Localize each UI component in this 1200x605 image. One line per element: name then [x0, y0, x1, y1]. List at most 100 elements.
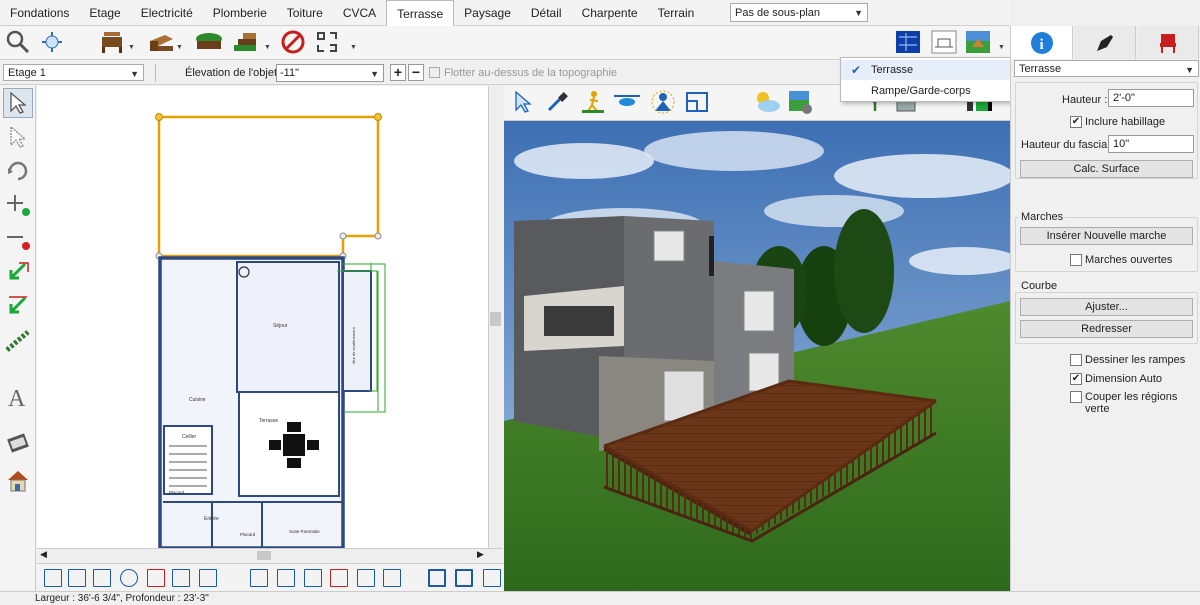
camera-film-icon[interactable]: [3, 428, 33, 458]
3d-view[interactable]: [504, 121, 1010, 591]
no-railing-icon[interactable]: [278, 28, 308, 56]
insert-stair-button[interactable]: Insérer Nouvelle marche: [1020, 227, 1193, 245]
green-deck-icon[interactable]: [194, 28, 224, 56]
height-input[interactable]: 2'-0": [1108, 89, 1194, 107]
dropdown-item[interactable]: Rampe/Garde-corps: [841, 81, 1012, 101]
chevron-down-icon[interactable]: ▼: [264, 44, 271, 51]
align-top-icon[interactable]: [44, 569, 62, 587]
tab-etage[interactable]: Etage: [79, 0, 130, 26]
tab-info[interactable]: i: [1011, 26, 1073, 59]
house-library-icon[interactable]: [3, 466, 33, 496]
multi-select-icon[interactable]: [3, 122, 33, 152]
tab-cvca[interactable]: CVCA: [333, 0, 386, 26]
tab-electricité[interactable]: Electricité: [131, 0, 203, 26]
deck-handle[interactable]: [374, 113, 382, 121]
align-middle-icon[interactable]: [68, 569, 86, 587]
deck-handle[interactable]: [339, 232, 347, 240]
render-settings-icon[interactable]: [786, 88, 816, 116]
decrease-button[interactable]: −: [408, 64, 424, 81]
open-stairs-checkbox[interactable]: [1070, 254, 1082, 266]
space-vertical-icon[interactable]: [357, 569, 375, 587]
tab-plomberie[interactable]: Plomberie: [203, 0, 277, 26]
adjust-button[interactable]: Ajuster...: [1020, 298, 1193, 316]
float-checkbox[interactable]: [429, 67, 440, 78]
tab-paysage[interactable]: Paysage: [454, 0, 521, 26]
chevron-down-icon[interactable]: ▼: [998, 44, 1005, 51]
space-horizontal-icon[interactable]: [383, 569, 401, 587]
plan-vertical-scrollbar[interactable]: [488, 86, 502, 548]
auto-dimension-checkbox[interactable]: ✔: [1070, 373, 1082, 385]
text-tool-icon[interactable]: A: [3, 382, 33, 412]
drone-icon[interactable]: [612, 88, 642, 116]
tab-toiture[interactable]: Toiture: [277, 0, 333, 26]
sejour-room: [236, 261, 340, 393]
align-right-icon[interactable]: [304, 569, 322, 587]
railing-chain-icon[interactable]: [3, 326, 33, 356]
height-label: Hauteur :: [1062, 94, 1108, 106]
zoom-icon[interactable]: [3, 28, 33, 56]
align-red-icon[interactable]: [147, 569, 165, 587]
floor-select[interactable]: Etage 1 ▼: [3, 64, 144, 81]
elevation-view-icon[interactable]: [929, 28, 959, 56]
object-type-select[interactable]: Terrasse ▼: [1014, 60, 1199, 77]
floor-plan-view[interactable]: Séjour Cuisine Terrasse Cellier Placard …: [37, 86, 502, 548]
scroll-thumb[interactable]: [257, 551, 271, 560]
tab-styles[interactable]: [1074, 26, 1136, 59]
scroll-thumb[interactable]: [490, 312, 501, 326]
remove-point-icon[interactable]: [3, 224, 33, 254]
align-base-icon[interactable]: [199, 569, 217, 587]
chevron-down-icon[interactable]: ▼: [176, 44, 183, 51]
move-edge-icon[interactable]: [3, 258, 33, 288]
sun-cloud-icon[interactable]: [750, 88, 784, 116]
plan-toggle-icon[interactable]: [682, 88, 712, 116]
deck-stairs-icon[interactable]: [230, 28, 260, 56]
align-left-icon[interactable]: [250, 569, 268, 587]
tab-terrasse[interactable]: Terrasse: [386, 0, 455, 26]
tab-fondations[interactable]: Fondations: [0, 0, 79, 26]
eyedropper-icon[interactable]: [542, 88, 572, 116]
chevron-down-icon[interactable]: ▼: [128, 44, 135, 51]
include-trim-checkbox[interactable]: ✔: [1070, 116, 1082, 128]
plan-horizontal-scrollbar[interactable]: ◀ ▶: [37, 548, 502, 562]
tab-charpente[interactable]: Charpente: [572, 0, 648, 26]
elevation-input[interactable]: -11" ▼: [276, 64, 384, 82]
distribute-icon[interactable]: [172, 569, 190, 587]
increase-button[interactable]: +: [390, 64, 406, 81]
orbit-person-icon[interactable]: [648, 88, 678, 116]
dropdown-item[interactable]: ✔ Terrasse: [841, 60, 1012, 80]
draw-ramps-checkbox[interactable]: [1070, 354, 1082, 366]
offset-edge-icon[interactable]: [3, 292, 33, 322]
size-question-icon[interactable]: [330, 569, 348, 587]
align-bottom-icon[interactable]: [93, 569, 111, 587]
fascia-input[interactable]: 10": [1108, 135, 1194, 153]
select-arrow-icon[interactable]: [3, 88, 33, 118]
tab-furniture[interactable]: [1137, 26, 1199, 59]
scroll-left-icon[interactable]: ◀: [40, 549, 47, 560]
select-3d-icon[interactable]: [508, 88, 538, 116]
sub-plan-select[interactable]: Pas de sous-plan ▼: [730, 3, 868, 22]
align-center-icon[interactable]: [277, 569, 295, 587]
group-icon[interactable]: [483, 569, 501, 587]
frame-icon[interactable]: [428, 569, 446, 587]
deck-handle[interactable]: [374, 232, 382, 240]
3d-view-icon[interactable]: [963, 28, 993, 56]
pan-hand-icon[interactable]: [37, 28, 67, 56]
calc-surface-button[interactable]: Calc. Surface: [1020, 160, 1193, 178]
center-target-icon[interactable]: [120, 569, 138, 587]
chevron-down-icon[interactable]: ▼: [350, 44, 357, 51]
cut-regions-checkbox[interactable]: [1070, 391, 1082, 403]
dropdown-item-label: Terrasse: [871, 64, 914, 76]
straighten-button[interactable]: Redresser: [1020, 320, 1193, 338]
deck-platform-icon[interactable]: [146, 28, 176, 56]
add-point-icon[interactable]: [3, 190, 33, 220]
deck-handle[interactable]: [155, 113, 163, 121]
deck-furniture-icon[interactable]: [98, 28, 128, 56]
spiral-frame-icon[interactable]: [455, 569, 473, 587]
rotate-icon[interactable]: [3, 156, 33, 186]
rail-path-icon[interactable]: [312, 28, 342, 56]
scroll-right-icon[interactable]: ▶: [477, 549, 484, 560]
tab-terrain[interactable]: Terrain: [648, 0, 705, 26]
plan-view-icon[interactable]: [893, 28, 923, 56]
tab-détail[interactable]: Détail: [521, 0, 572, 26]
walk-icon[interactable]: [578, 88, 608, 116]
